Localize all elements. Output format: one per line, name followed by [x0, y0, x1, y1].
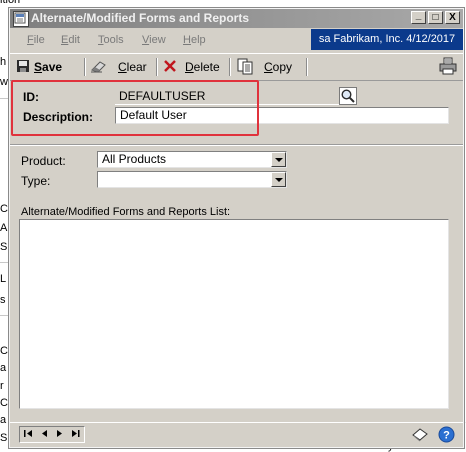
- printer-icon[interactable]: [439, 57, 457, 78]
- background-letter: h: [0, 56, 7, 68]
- background-letter: L: [0, 273, 7, 285]
- window-icon: [13, 11, 29, 27]
- background-letter: r: [0, 380, 4, 392]
- delete-button[interactable]: Delete: [163, 57, 220, 77]
- product-dropdown-arrow[interactable]: [271, 152, 286, 167]
- type-dropdown[interactable]: [97, 171, 287, 188]
- annotation-highlight: [11, 80, 259, 136]
- background-letter: C: [0, 203, 8, 215]
- previous-record-icon[interactable]: [41, 429, 48, 441]
- status-bar: ?: [10, 422, 463, 447]
- title-bar[interactable]: Alternate/Modified Forms and Reports _ □…: [10, 9, 463, 28]
- record-navigation: [19, 426, 85, 443]
- svg-text:?: ?: [443, 430, 450, 442]
- eraser-icon: [90, 59, 108, 76]
- product-label: Product:: [21, 154, 66, 168]
- background-letter: s: [0, 294, 6, 306]
- menu-edit[interactable]: Edit: [61, 34, 80, 46]
- menu-file[interactable]: File: [27, 34, 45, 46]
- background-text-top: ition: [0, 0, 21, 6]
- background-letter: a: [0, 362, 7, 374]
- menu-help[interactable]: Help: [183, 34, 206, 46]
- copy-label: Copy: [264, 60, 293, 74]
- copy-icon: [236, 57, 254, 78]
- background-letter: S: [0, 241, 8, 253]
- menu-tools[interactable]: Tools: [98, 34, 124, 46]
- forms-reports-window: Alternate/Modified Forms and Reports _ □…: [8, 7, 465, 449]
- user-company-date[interactable]: sa Fabrikam, Inc. 4/12/2017: [311, 29, 463, 50]
- background-letter: C: [0, 345, 8, 357]
- type-label: Type:: [21, 174, 51, 188]
- delete-label: Delete: [185, 60, 220, 74]
- background-letter: a: [0, 414, 7, 426]
- last-record-icon[interactable]: [71, 429, 80, 441]
- copy-button[interactable]: Copy: [236, 57, 292, 77]
- magnifier-icon: [341, 89, 355, 103]
- clear-button[interactable]: Clear: [90, 57, 147, 77]
- menu-view[interactable]: View: [142, 34, 166, 46]
- background-letter: C: [0, 397, 8, 409]
- lookup-button[interactable]: [339, 87, 357, 105]
- toolbar: Save Clear Delete Copy: [10, 53, 463, 81]
- close-button[interactable]: X: [445, 11, 460, 24]
- minimize-button[interactable]: _: [411, 11, 426, 24]
- save-button[interactable]: Save: [16, 57, 62, 77]
- background-letter: A: [0, 222, 8, 234]
- save-icon: [16, 59, 30, 76]
- save-label: Save: [34, 60, 63, 74]
- type-dropdown-arrow[interactable]: [271, 172, 286, 187]
- first-record-icon[interactable]: [24, 429, 33, 441]
- note-icon[interactable]: [411, 426, 429, 446]
- maximize-button[interactable]: □: [428, 11, 443, 24]
- clear-label: Clear: [118, 60, 147, 74]
- product-dropdown[interactable]: All Products: [97, 151, 287, 168]
- background-letter: S: [0, 432, 8, 444]
- help-icon[interactable]: ?: [438, 426, 455, 446]
- delete-x-icon: [163, 59, 177, 76]
- list-label: Alternate/Modified Forms and Reports Lis…: [21, 206, 231, 218]
- background-letter: w: [0, 76, 8, 88]
- next-record-icon[interactable]: [56, 429, 63, 441]
- window-title: Alternate/Modified Forms and Reports: [31, 11, 250, 25]
- forms-reports-list[interactable]: [19, 219, 449, 409]
